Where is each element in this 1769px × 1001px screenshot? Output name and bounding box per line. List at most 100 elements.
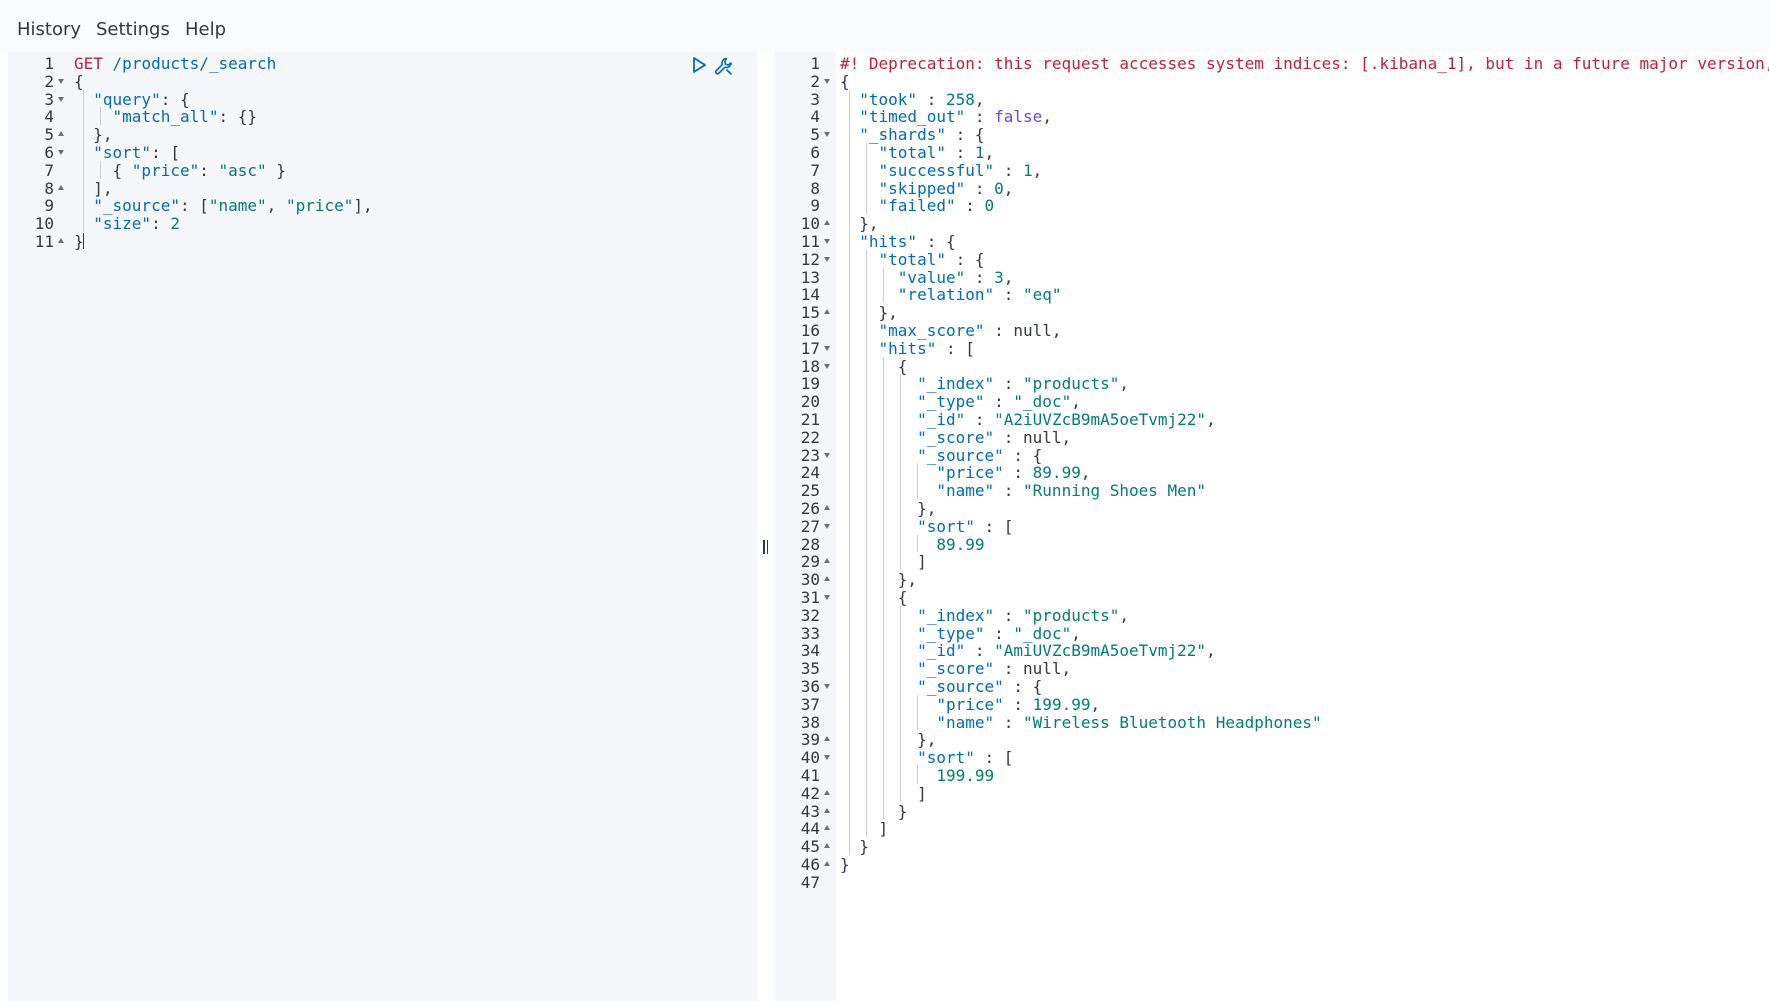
indent-guide <box>866 641 868 660</box>
pane-resizer[interactable] <box>757 52 774 1001</box>
indent-guide <box>83 196 85 215</box>
token-str: "_doc" <box>1013 392 1072 412</box>
fold-end-icon[interactable] <box>824 736 830 742</box>
line-number: 11 <box>34 232 54 251</box>
request-code[interactable]: GET /products/_search { "query": { "match… <box>70 52 757 1001</box>
response-code-line <box>836 873 1769 893</box>
token-punc <box>840 374 917 393</box>
indent-guide <box>900 552 902 571</box>
token-punc <box>74 107 113 126</box>
fold-end-icon[interactable] <box>58 131 64 137</box>
token-punc: , <box>1080 463 1091 483</box>
indent-guide <box>849 267 851 286</box>
indent-guide <box>883 427 885 446</box>
fold-collapse-icon[interactable] <box>824 132 830 138</box>
fold-end-icon[interactable] <box>824 505 830 510</box>
fold-collapse-icon[interactable] <box>824 684 830 689</box>
play-icon[interactable] <box>690 56 708 74</box>
token-num: 2 <box>170 214 180 234</box>
indent-guide <box>866 677 868 695</box>
request-gutter: 1 2 3 4 5 6 7 8 9 10 11 <box>8 52 70 1001</box>
fold-collapse-icon[interactable] <box>824 78 830 84</box>
indent-guide <box>866 356 868 375</box>
menu-history[interactable]: History <box>17 19 81 40</box>
fold-end-icon[interactable] <box>824 558 830 564</box>
fold-end-icon[interactable] <box>58 184 64 190</box>
fold-end-icon[interactable] <box>824 825 830 831</box>
request-editor[interactable]: 1 2 3 4 5 6 7 8 9 10 11 GET /products/_search { "qu… <box>8 52 757 1001</box>
indent-guide <box>83 143 85 161</box>
menu-settings[interactable]: Settings <box>96 19 170 40</box>
indent-guide <box>849 552 851 571</box>
token-punc: , <box>1090 694 1101 714</box>
token-key: "_id" <box>917 641 966 661</box>
fold-collapse-icon[interactable] <box>824 363 830 369</box>
fold-end-icon[interactable] <box>824 220 830 226</box>
fold-end-icon[interactable] <box>824 309 830 315</box>
fold-end-icon[interactable] <box>824 861 830 866</box>
fold-end-icon[interactable] <box>824 807 830 813</box>
indent-guide <box>849 160 851 179</box>
fold-end-icon[interactable] <box>58 238 64 243</box>
fold-collapse-icon[interactable] <box>58 96 64 102</box>
indent-guide <box>866 196 868 215</box>
fold-collapse-icon[interactable] <box>58 78 64 84</box>
token-key: "timed_out" <box>859 107 966 127</box>
indent-guide <box>883 392 885 410</box>
token-punc: , <box>984 143 995 162</box>
token-punc: , <box>266 196 286 216</box>
indent-guide <box>83 125 85 143</box>
fold-collapse-icon[interactable] <box>824 755 830 761</box>
token-key: "_index" <box>917 374 995 394</box>
indent-guide <box>866 160 868 179</box>
indent-guide <box>883 694 885 713</box>
indent-guide <box>866 588 868 606</box>
token-null: : null, <box>994 427 1072 447</box>
token-str: "eq" <box>1023 285 1062 305</box>
token-str: "Wireless Bluetooth Headphones" <box>1023 712 1322 732</box>
menu-help[interactable]: Help <box>185 19 226 40</box>
token-punc <box>840 196 879 215</box>
indent-guide <box>883 285 885 304</box>
resize-handle-icon[interactable] <box>761 540 770 554</box>
indent-guide <box>849 694 851 713</box>
indent-guide <box>883 534 885 553</box>
fold-collapse-icon[interactable] <box>824 345 830 351</box>
indent-guide <box>866 338 868 357</box>
token-bool: false <box>994 107 1043 127</box>
indent-guide <box>866 303 868 321</box>
token-punc <box>840 606 917 625</box>
fold-collapse-icon[interactable] <box>824 256 830 262</box>
fold-collapse-icon[interactable] <box>824 595 830 600</box>
indent-guide <box>866 143 868 161</box>
token-str: "price" <box>285 196 354 216</box>
token-punc <box>840 659 917 678</box>
line-number: 47 <box>800 872 820 892</box>
response-code: #! Deprecation: this request accesses sy… <box>836 52 1769 1001</box>
fold-end-icon[interactable] <box>824 789 830 795</box>
response-viewer[interactable]: 1 2 3 4 5 6 7 8 9 10 11 12 13 14 15 16 17 18 19 20 21 22 23 24 2… <box>774 52 1769 1001</box>
token-punc: : <box>945 143 975 162</box>
indent-guide <box>849 481 851 499</box>
fold-collapse-icon[interactable] <box>824 452 830 458</box>
fold-collapse-icon[interactable] <box>58 150 64 155</box>
token-str: "products" <box>1023 374 1120 394</box>
indent-guide <box>849 801 851 820</box>
wrench-icon[interactable] <box>713 55 735 77</box>
token-num: 0 <box>994 178 1004 198</box>
indent-guide <box>900 392 902 410</box>
token-key: "sort" <box>917 748 975 768</box>
indent-guide <box>849 196 851 215</box>
token-key: "price" <box>936 694 1004 714</box>
indent-guide <box>849 338 851 357</box>
fold-end-icon[interactable] <box>824 576 830 582</box>
token-punc: { <box>74 71 84 91</box>
indent-guide <box>849 641 851 660</box>
token-punc: , <box>1206 641 1216 661</box>
fold-end-icon[interactable] <box>824 843 830 849</box>
fold-collapse-icon[interactable] <box>824 523 830 529</box>
indent-guide <box>849 570 851 588</box>
token-str: "AmiUVZcB9mA5oeTvmj22" <box>994 641 1207 661</box>
indent-guide <box>883 356 885 375</box>
fold-collapse-icon[interactable] <box>824 239 830 244</box>
